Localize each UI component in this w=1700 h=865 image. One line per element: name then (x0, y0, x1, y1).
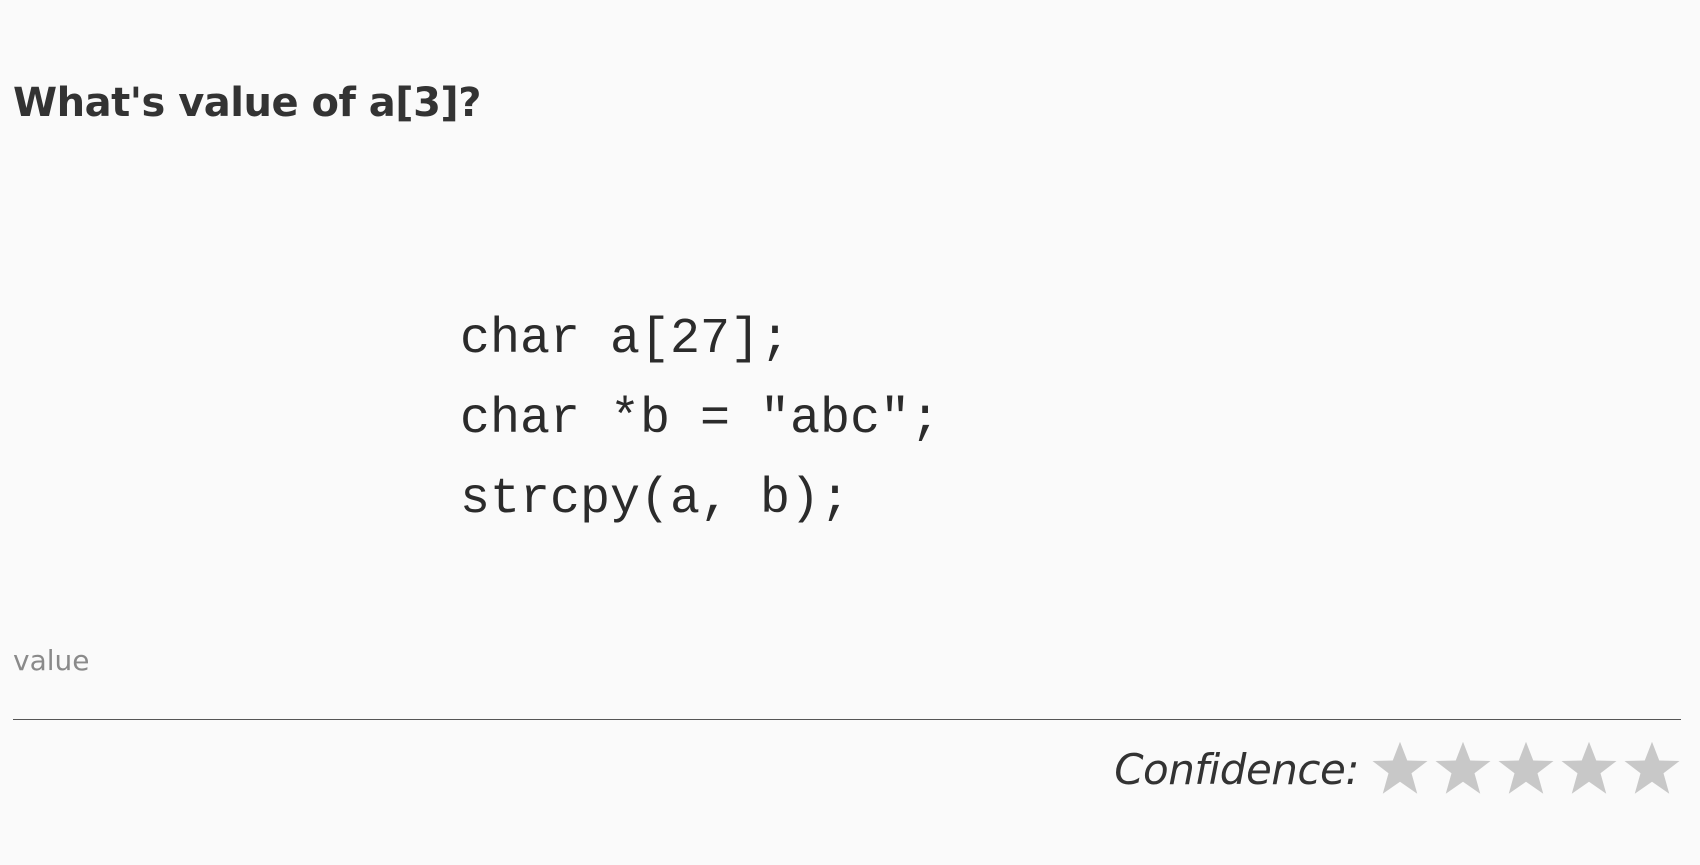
star-icon[interactable] (1622, 738, 1682, 800)
code-line: char *b = "abc"; (460, 391, 941, 448)
value-input[interactable] (13, 630, 1681, 720)
star-icon[interactable] (1559, 738, 1619, 800)
confidence-label: Confidence: (1114, 744, 1359, 794)
code-snippet: char a[27]; char *b = "abc"; strcpy(a, b); (460, 300, 940, 540)
star-icon[interactable] (1370, 738, 1430, 800)
star-icon[interactable] (1433, 738, 1493, 800)
quiz-card: What's value of a[3]? char a[27]; char *b… (0, 0, 1700, 865)
answer-field (13, 630, 1681, 720)
code-line: char a[27]; (460, 311, 791, 368)
star-icon[interactable] (1496, 738, 1556, 800)
confidence-rating: Confidence: (1114, 738, 1682, 800)
question-title: What's value of a[3]? (13, 80, 481, 126)
code-line: strcpy(a, b); (460, 471, 851, 528)
